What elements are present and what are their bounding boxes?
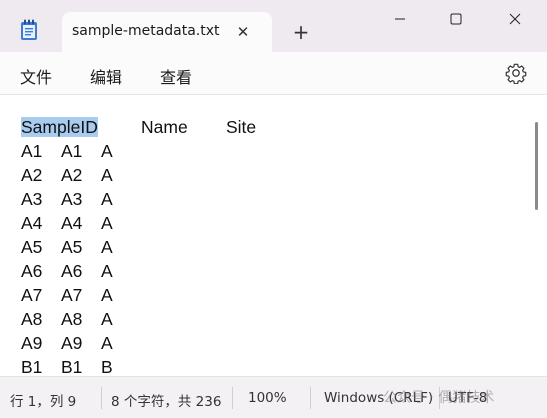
minimize-button[interactable] — [377, 0, 423, 38]
cell-site: A — [101, 285, 113, 305]
close-icon[interactable]: ✕ — [233, 22, 253, 42]
cursor-position: 行 1，列 9 — [10, 394, 77, 410]
cell-site: A — [101, 141, 113, 161]
tab-sample-metadata[interactable]: sample-metadata.txt ✕ — [62, 12, 272, 52]
selected-text: SampleID — [21, 117, 98, 137]
cell-name: A5 — [61, 237, 83, 257]
minimize-icon — [395, 18, 405, 20]
menu-view[interactable]: 查看 — [156, 62, 196, 90]
cell-site: A — [101, 237, 113, 257]
vertical-scrollbar[interactable] — [535, 122, 538, 210]
header-line: SampleID Name Site — [21, 115, 256, 139]
maximize-icon — [450, 13, 462, 25]
menu-edit[interactable]: 编辑 — [86, 62, 126, 90]
cell-site: A — [101, 261, 113, 281]
divider — [101, 387, 102, 409]
cell-name: A8 — [61, 309, 83, 329]
watermark: 公众号 · 偶猪技术 — [383, 390, 495, 406]
text-line: A1 A1 A — [21, 139, 256, 163]
title-bar: sample-metadata.txt ✕ + — [0, 0, 547, 52]
gear-icon[interactable] — [505, 62, 527, 84]
cell-name: A3 — [61, 189, 83, 209]
text-line: A3 A3 A — [21, 187, 256, 211]
character-count: 8 个字符，共 236 — [111, 394, 222, 410]
cell-id: A6 — [21, 261, 43, 281]
close-window-button[interactable] — [492, 0, 538, 38]
cell-name: B1 — [61, 357, 83, 376]
text-line: A5 A5 A — [21, 235, 256, 259]
status-bar: 行 1，列 9 8 个字符，共 236 100% Windows (CRLF) … — [0, 376, 547, 418]
cell-site: A — [101, 165, 113, 185]
divider — [232, 387, 233, 409]
cell-id: B1 — [21, 357, 43, 376]
menu-file[interactable]: 文件 — [16, 62, 56, 90]
divider — [310, 387, 311, 409]
plus-icon[interactable]: + — [291, 22, 311, 42]
close-icon — [509, 13, 521, 25]
menu-bar: 文件 编辑 查看 — [0, 52, 547, 94]
cell-id: A2 — [21, 165, 43, 185]
cell-site: A — [101, 189, 113, 209]
cell-name: A4 — [61, 213, 83, 233]
cell-id: A7 — [21, 285, 43, 305]
cell-site: A — [101, 309, 113, 329]
text-line: B1 B1 B — [21, 355, 256, 376]
cell-name: A9 — [61, 333, 83, 353]
cell-id: A3 — [21, 189, 43, 209]
cell-id: A9 — [21, 333, 43, 353]
maximize-button[interactable] — [433, 0, 479, 38]
text-editor[interactable]: SampleID Name Site A1 A1 A A2 A2 A A3 A3 A A4 A4 A… — [0, 94, 547, 376]
cell-name: A6 — [61, 261, 83, 281]
cell-id: A4 — [21, 213, 43, 233]
cell-name: A1 — [61, 141, 83, 161]
cell-name: A2 — [61, 165, 83, 185]
cell-site: A — [101, 333, 113, 353]
cell-id: A5 — [21, 237, 43, 257]
cell-site: B — [101, 357, 113, 376]
cell-site: A — [101, 213, 113, 233]
text-line: A4 A4 A — [21, 211, 256, 235]
editor-text: SampleID Name Site A1 A1 A A2 A2 A A3 A3 A A4 A4 A… — [21, 115, 256, 376]
tab-title: sample-metadata.txt — [72, 23, 220, 39]
header-name: Name — [141, 117, 188, 137]
text-line: A7 A7 A — [21, 283, 256, 307]
text-line: A9 A9 A — [21, 331, 256, 355]
header-site: Site — [226, 117, 257, 137]
text-line: A6 A6 A — [21, 259, 256, 283]
notepad-icon — [21, 19, 37, 40]
zoom-level[interactable]: 100% — [248, 390, 287, 406]
cell-id: A1 — [21, 141, 43, 161]
text-line: A2 A2 A — [21, 163, 256, 187]
cell-id: A8 — [21, 309, 43, 329]
cell-name: A7 — [61, 285, 83, 305]
text-line: A8 A8 A — [21, 307, 256, 331]
